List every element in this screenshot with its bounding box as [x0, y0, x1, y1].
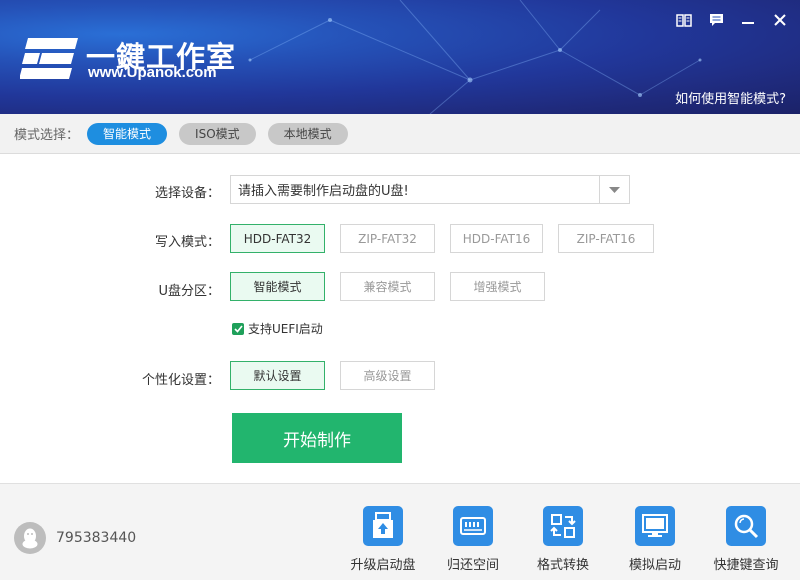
personal-default[interactable]: 默认设置 [230, 361, 325, 390]
chevron-down-icon[interactable] [599, 176, 629, 203]
partition-smart[interactable]: 智能模式 [230, 272, 325, 301]
uefi-checkbox[interactable]: 支持UEFI启动 [232, 320, 323, 337]
personal-advanced[interactable]: 高级设置 [340, 361, 435, 390]
message-icon[interactable] [706, 10, 726, 30]
qq-number: 795383440 [56, 530, 137, 546]
device-select[interactable]: 请插入需要制作启动盘的U盘! [230, 175, 630, 204]
partition-label: U盘分区： [158, 284, 220, 299]
tool-simulate-label: 模拟启动 [628, 558, 681, 573]
tool-upgrade[interactable]: 升级启动盘 [338, 506, 428, 573]
write-mode-label: 写入模式： [154, 235, 220, 250]
mode-label: 模式选择： [14, 128, 80, 143]
tool-upgrade-label: 升级启动盘 [350, 558, 416, 573]
device-select-value: 请插入需要制作启动盘的U盘! [238, 184, 409, 199]
tool-reclaim[interactable]: 归还空间 [428, 506, 518, 573]
app-header: 一鍵工作室 www.Upanok.com 如何使用智能模式? [0, 0, 800, 114]
tool-hotkey-label: 快捷键查询 [713, 558, 779, 573]
mode-bar: 模式选择： 智能模式 ISO模式 本地模式 [0, 114, 800, 154]
window-controls [674, 10, 790, 30]
brand-url: www.Upanok.com [88, 64, 217, 81]
start-button[interactable]: 开始制作 [232, 413, 402, 463]
device-label: 选择设备： [154, 186, 220, 201]
partition-compatible[interactable]: 兼容模式 [340, 272, 435, 301]
minimize-icon[interactable] [738, 10, 758, 30]
logo-icon [20, 38, 78, 79]
search-icon [726, 506, 766, 546]
footer: 795383440 升级启动盘 归还空间 格式转换 模拟启动 快捷键查询 [0, 483, 800, 580]
qq-penguin-icon [14, 522, 46, 554]
convert-icon [543, 506, 583, 546]
write-mode-zip-fat16[interactable]: ZIP-FAT16 [558, 224, 654, 253]
mode-tab-smart[interactable]: 智能模式 [87, 122, 168, 145]
book-icon[interactable] [674, 10, 694, 30]
tool-hotkey[interactable]: 快捷键查询 [701, 506, 791, 573]
write-mode-hdd-fat32[interactable]: HDD-FAT32 [230, 224, 325, 253]
write-mode-hdd-fat16[interactable]: HDD-FAT16 [450, 224, 543, 253]
tool-convert[interactable]: 格式转换 [518, 506, 608, 573]
tool-convert-label: 格式转换 [536, 558, 589, 573]
partition-enhanced[interactable]: 增强模式 [450, 272, 545, 301]
personal-label: 个性化设置： [141, 373, 220, 388]
monitor-icon [635, 506, 675, 546]
disk-icon [453, 506, 493, 546]
uefi-label: 支持UEFI启动 [248, 322, 323, 336]
checkbox-checked-icon[interactable] [232, 322, 244, 335]
close-icon[interactable] [770, 10, 790, 30]
mode-tab-local[interactable]: 本地模式 [267, 122, 348, 145]
upgrade-icon [363, 506, 403, 546]
tool-simulate[interactable]: 模拟启动 [610, 506, 700, 573]
tool-reclaim-label: 归还空间 [446, 558, 499, 573]
write-mode-zip-fat32[interactable]: ZIP-FAT32 [340, 224, 435, 253]
help-link[interactable]: 如何使用智能模式? [675, 88, 786, 107]
qq-contact[interactable]: 795383440 [14, 522, 136, 554]
mode-tab-iso[interactable]: ISO模式 [179, 122, 256, 145]
